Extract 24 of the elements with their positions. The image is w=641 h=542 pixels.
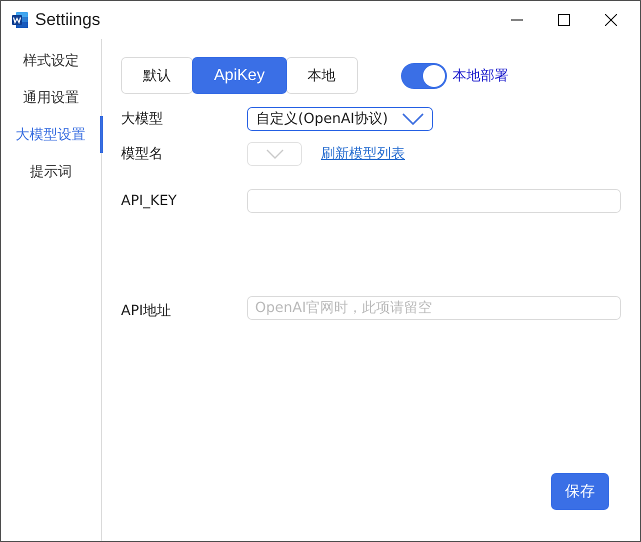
tab[interactable]: ApiKey — [192, 57, 287, 94]
sidebar-item[interactable]: 通用设置 — [1, 79, 101, 116]
field-label: 大模型 — [121, 110, 164, 128]
tab[interactable]: 本地 — [286, 57, 358, 94]
tab[interactable]: 默认 — [121, 57, 193, 94]
sidebar-item[interactable]: 大模型设置 — [1, 116, 103, 153]
close-icon[interactable] — [605, 14, 617, 26]
api-key-field[interactable] — [247, 188, 621, 212]
toggle-switch[interactable] — [400, 62, 447, 88]
chevron-down-icon — [402, 112, 424, 124]
maximize-icon[interactable] — [558, 14, 570, 26]
save-button[interactable]: 保存 — [551, 473, 609, 510]
field-label: API地址 — [121, 302, 172, 320]
sidebar-item[interactable]: 样式设定 — [1, 42, 101, 79]
toggle-label: 本地部署 — [452, 66, 509, 84]
window-title: Settiings — [35, 10, 100, 30]
chevron-down-icon — [266, 149, 284, 159]
word-app-icon — [11, 11, 29, 29]
refresh-models-link[interactable]: 刷新模型列表 — [321, 145, 405, 163]
sidebar-item[interactable]: 提示词 — [1, 153, 101, 190]
field-label: 模型名 — [121, 145, 164, 163]
api-url-field[interactable]: OpenAI官网时，此项请留空 — [247, 296, 621, 320]
field-label: API_KEY — [121, 192, 178, 208]
model-dropdown[interactable]: 自定义(OpenAI协议) — [247, 106, 434, 130]
